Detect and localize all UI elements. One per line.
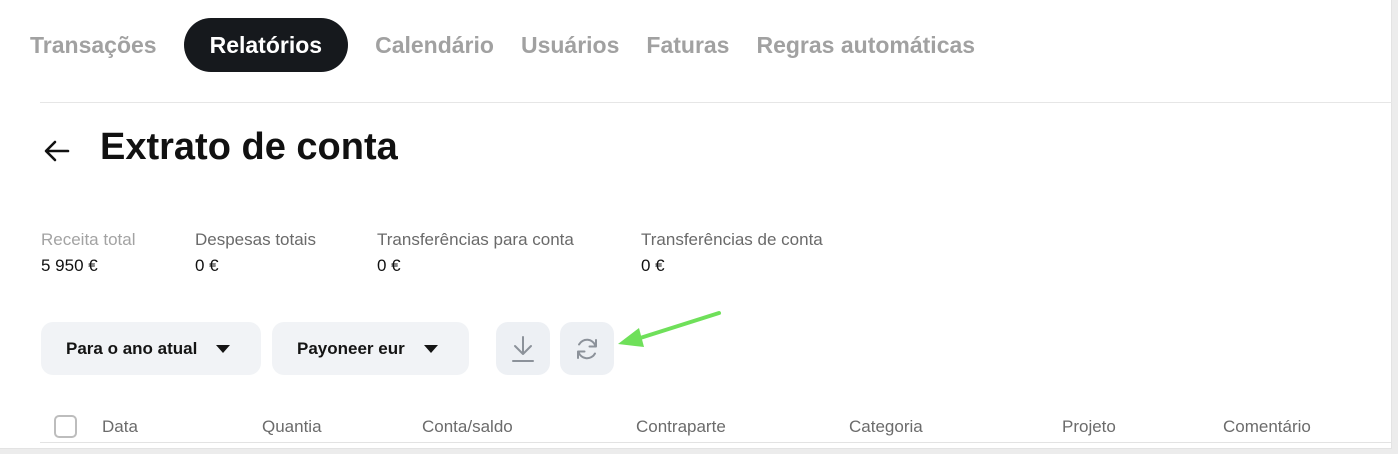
page-title: Extrato de conta xyxy=(100,126,398,168)
stat-label: Transferências para conta xyxy=(377,230,574,249)
annotation-arrow-icon xyxy=(618,311,721,347)
refresh-button[interactable] xyxy=(560,322,614,375)
tab-transacoes[interactable]: Transações xyxy=(30,32,157,59)
stat-transferencias-de-conta: Transferências de conta 0 € xyxy=(641,230,823,276)
stat-value: 0 € xyxy=(641,256,665,275)
download-button[interactable] xyxy=(496,322,550,375)
tab-faturas[interactable]: Faturas xyxy=(646,32,729,59)
stat-value: 0 € xyxy=(195,256,219,275)
back-button[interactable] xyxy=(42,136,72,166)
tab-calendario[interactable]: Calendário xyxy=(375,32,494,59)
account-dropdown-label: Payoneer eur xyxy=(297,338,405,358)
column-header-quantia[interactable]: Quantia xyxy=(262,417,322,437)
account-dropdown[interactable]: Payoneer eur xyxy=(272,322,469,375)
column-header-projeto[interactable]: Projeto xyxy=(1062,417,1116,437)
tab-usuarios[interactable]: Usuários xyxy=(521,32,619,59)
stat-despesas-totais: Despesas totais 0 € xyxy=(195,230,316,276)
period-dropdown[interactable]: Para o ano atual xyxy=(41,322,261,375)
column-header-contraparte[interactable]: Contraparte xyxy=(636,417,726,437)
stat-label: Transferências de conta xyxy=(641,230,823,249)
select-all-checkbox[interactable] xyxy=(54,415,77,438)
caret-down-icon xyxy=(424,345,438,353)
stat-receita-total: Receita total 5 950 € xyxy=(41,230,136,276)
app-frame: Transações Relatórios Calendário Usuário… xyxy=(0,0,1392,449)
download-icon xyxy=(512,335,534,362)
tab-relatorios[interactable]: Relatórios xyxy=(183,18,349,72)
stat-value: 0 € xyxy=(377,256,401,275)
header-divider xyxy=(40,102,1392,103)
tab-regras-automaticas[interactable]: Regras automáticas xyxy=(756,32,975,59)
caret-down-icon xyxy=(216,345,230,353)
tab-bar: Transações Relatórios Calendário Usuário… xyxy=(30,18,1002,72)
column-header-categoria[interactable]: Categoria xyxy=(849,417,923,437)
stat-label: Receita total xyxy=(41,230,136,249)
column-header-conta-saldo[interactable]: Conta/saldo xyxy=(422,417,513,437)
stat-transferencias-para-conta: Transferências para conta 0 € xyxy=(377,230,574,276)
column-header-comentario[interactable]: Comentário xyxy=(1223,417,1311,437)
stat-value: 5 950 € xyxy=(41,256,98,275)
stat-label: Despesas totais xyxy=(195,230,316,249)
column-header-data[interactable]: Data xyxy=(102,417,138,437)
table-header: Data Quantia Conta/saldo Contraparte Cat… xyxy=(40,411,1392,443)
period-dropdown-label: Para o ano atual xyxy=(66,338,198,358)
refresh-icon xyxy=(577,338,597,359)
arrow-left-icon xyxy=(44,140,70,162)
